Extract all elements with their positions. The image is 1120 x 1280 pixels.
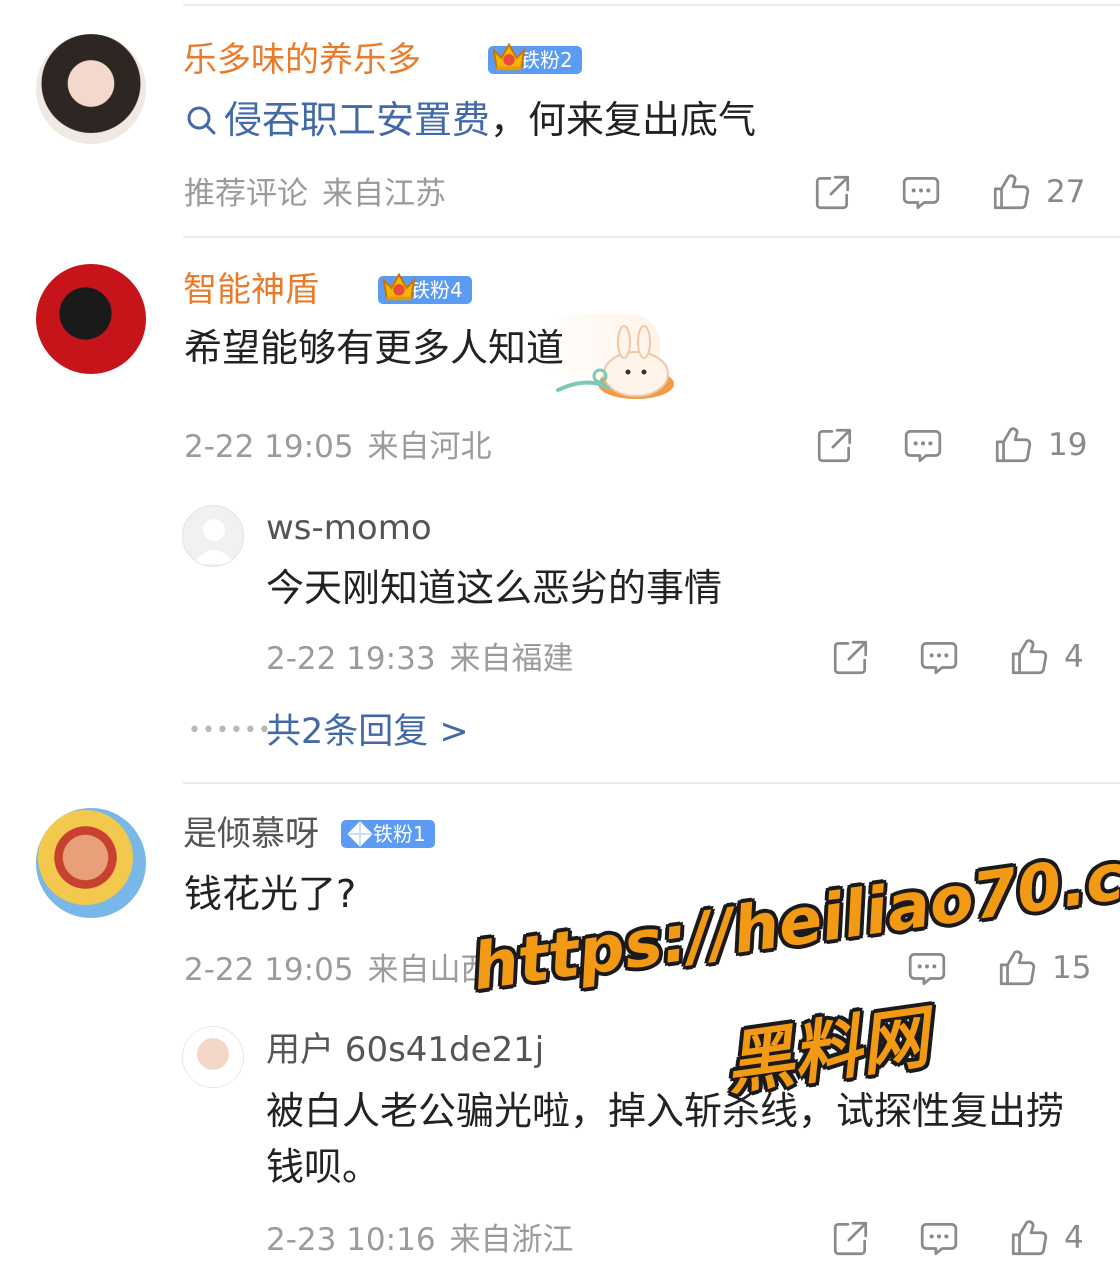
reply-text: 今天刚知道这么恶劣的事情: [266, 566, 723, 610]
diamond-icon: [345, 819, 375, 849]
reply-location: 来自浙江: [449, 1222, 574, 1258]
reply-text: 被白人老公骗光啦，掉入斩杀线，试探性复出捞钱呗。: [266, 1089, 1065, 1189]
comment-icon: [902, 424, 944, 466]
default-avatar-icon: [193, 519, 235, 564]
reply-button[interactable]: [918, 1217, 960, 1259]
like-count: 19: [1048, 427, 1088, 463]
comment-text: 希望能够有更多人知道: [184, 326, 565, 370]
avatar[interactable]: [36, 264, 146, 374]
reply-time: 2-22 19:33: [266, 641, 436, 677]
search-link[interactable]: 侵吞职工安置费 ，何来复出底气: [184, 96, 756, 144]
share-icon: [814, 424, 856, 466]
comment-time: 2-22 19:05: [184, 429, 354, 465]
bunny-sticker-icon: [556, 325, 674, 399]
like-count: 15: [1052, 950, 1092, 986]
search-icon: [187, 106, 216, 135]
divider: [183, 782, 1120, 784]
more-replies-link[interactable]: 共2条回复 >: [266, 709, 469, 755]
divider: [183, 236, 1120, 238]
reply-avatar[interactable]: [182, 505, 244, 567]
share-button[interactable]: [830, 636, 872, 678]
like-button[interactable]: 4: [1008, 636, 1084, 678]
reply-button[interactable]: [918, 636, 960, 678]
crown-icon: [490, 38, 528, 74]
comment-icon: [918, 1217, 960, 1259]
comment-time: 推荐评论: [184, 176, 308, 212]
reply-meta: 2-22 19:33 来自福建: [266, 639, 574, 679]
like-button[interactable]: 4: [1008, 1217, 1084, 1259]
fan-badge[interactable]: 铁粉2: [488, 46, 582, 74]
comment-location: 来自江苏: [322, 176, 446, 212]
reply-meta: 2-23 10:16 来自浙江: [266, 1220, 574, 1260]
fan-badge[interactable]: 铁粉1: [341, 820, 435, 848]
reply-avatar[interactable]: [182, 1026, 244, 1088]
like-count: 4: [1064, 1220, 1084, 1256]
like-icon: [1008, 1217, 1050, 1259]
like-count: 4: [1064, 639, 1084, 675]
reply-location: 来自福建: [449, 641, 574, 677]
like-icon: [992, 424, 1034, 466]
username[interactable]: 乐多味的养乐多: [183, 40, 421, 80]
avatar[interactable]: [36, 808, 146, 918]
share-button[interactable]: [814, 424, 856, 466]
like-button[interactable]: 15: [996, 947, 1091, 989]
comment-text: ，何来复出底气: [490, 98, 757, 142]
reply-username[interactable]: ws-momo: [266, 508, 432, 548]
comment-icon: [900, 171, 942, 213]
username[interactable]: 智能神盾: [183, 270, 319, 310]
reply-dots-icon: ••••••: [188, 718, 272, 743]
reply-button[interactable]: [902, 424, 944, 466]
reply-username[interactable]: 用户 60s41de21j: [266, 1030, 544, 1070]
fan-badge[interactable]: 铁粉4: [378, 276, 472, 304]
share-icon: [830, 636, 872, 678]
reply-button[interactable]: [900, 171, 942, 213]
share-button[interactable]: [812, 171, 854, 213]
comment-meta: 2-22 19:05 来自山西: [184, 950, 492, 990]
comment-icon: [918, 636, 960, 678]
like-count: 27: [1046, 174, 1086, 210]
comment-meta: 2-22 19:05 来自河北: [184, 427, 492, 467]
divider: [183, 4, 1120, 6]
crown-icon: [380, 268, 418, 304]
share-icon: [830, 1217, 872, 1259]
share-icon: [812, 171, 854, 213]
username[interactable]: 是倾慕呀: [183, 814, 319, 854]
fan-badge-label: 铁粉1: [373, 822, 426, 846]
comment-meta: 推荐评论 来自江苏: [184, 174, 446, 214]
like-button[interactable]: 19: [992, 424, 1087, 466]
avatar[interactable]: [36, 34, 146, 144]
reply-time: 2-23 10:16: [266, 1222, 436, 1258]
share-button[interactable]: [830, 1217, 872, 1259]
like-icon: [996, 947, 1038, 989]
like-button[interactable]: 27: [990, 171, 1085, 213]
comment-text: 钱花光了?: [184, 872, 357, 916]
comment-location: 来自河北: [367, 429, 492, 465]
like-icon: [990, 171, 1032, 213]
comment-time: 2-22 19:05: [184, 952, 354, 988]
search-keyword[interactable]: 侵吞职工安置费: [224, 96, 490, 144]
like-icon: [1008, 636, 1050, 678]
